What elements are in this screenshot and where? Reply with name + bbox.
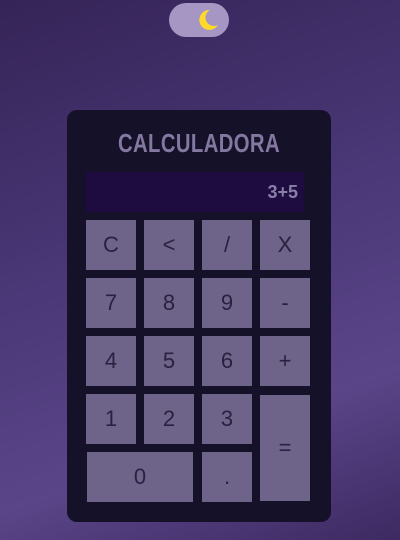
decimal-button[interactable]: . (202, 452, 252, 502)
digit-6-button[interactable]: 6 (202, 336, 252, 386)
multiply-button[interactable]: X (260, 220, 310, 270)
calculator-title: CALCULADORA (117, 128, 280, 158)
digit-3-button[interactable]: 3 (202, 394, 252, 444)
digit-1-button[interactable]: 1 (86, 394, 136, 444)
divide-button[interactable]: / (202, 220, 252, 270)
digit-0-button[interactable]: 0 (87, 452, 193, 502)
digit-7-button[interactable]: 7 (86, 278, 136, 328)
calculator-panel: CALCULADORA 3+5 C < / X 7 8 9 - 4 5 6 + … (67, 110, 331, 522)
moon-icon (199, 9, 218, 30)
clear-button[interactable]: C (86, 220, 136, 270)
backspace-button[interactable]: < (144, 220, 194, 270)
minus-button[interactable]: - (260, 278, 310, 328)
equals-button[interactable]: = (260, 395, 310, 501)
digit-5-button[interactable]: 5 (144, 336, 194, 386)
calculator-display: 3+5 (86, 172, 304, 212)
digit-9-button[interactable]: 9 (202, 278, 252, 328)
digit-8-button[interactable]: 8 (144, 278, 194, 328)
plus-button[interactable]: + (260, 336, 310, 386)
theme-toggle[interactable] (169, 3, 229, 37)
digit-4-button[interactable]: 4 (86, 336, 136, 386)
digit-2-button[interactable]: 2 (144, 394, 194, 444)
